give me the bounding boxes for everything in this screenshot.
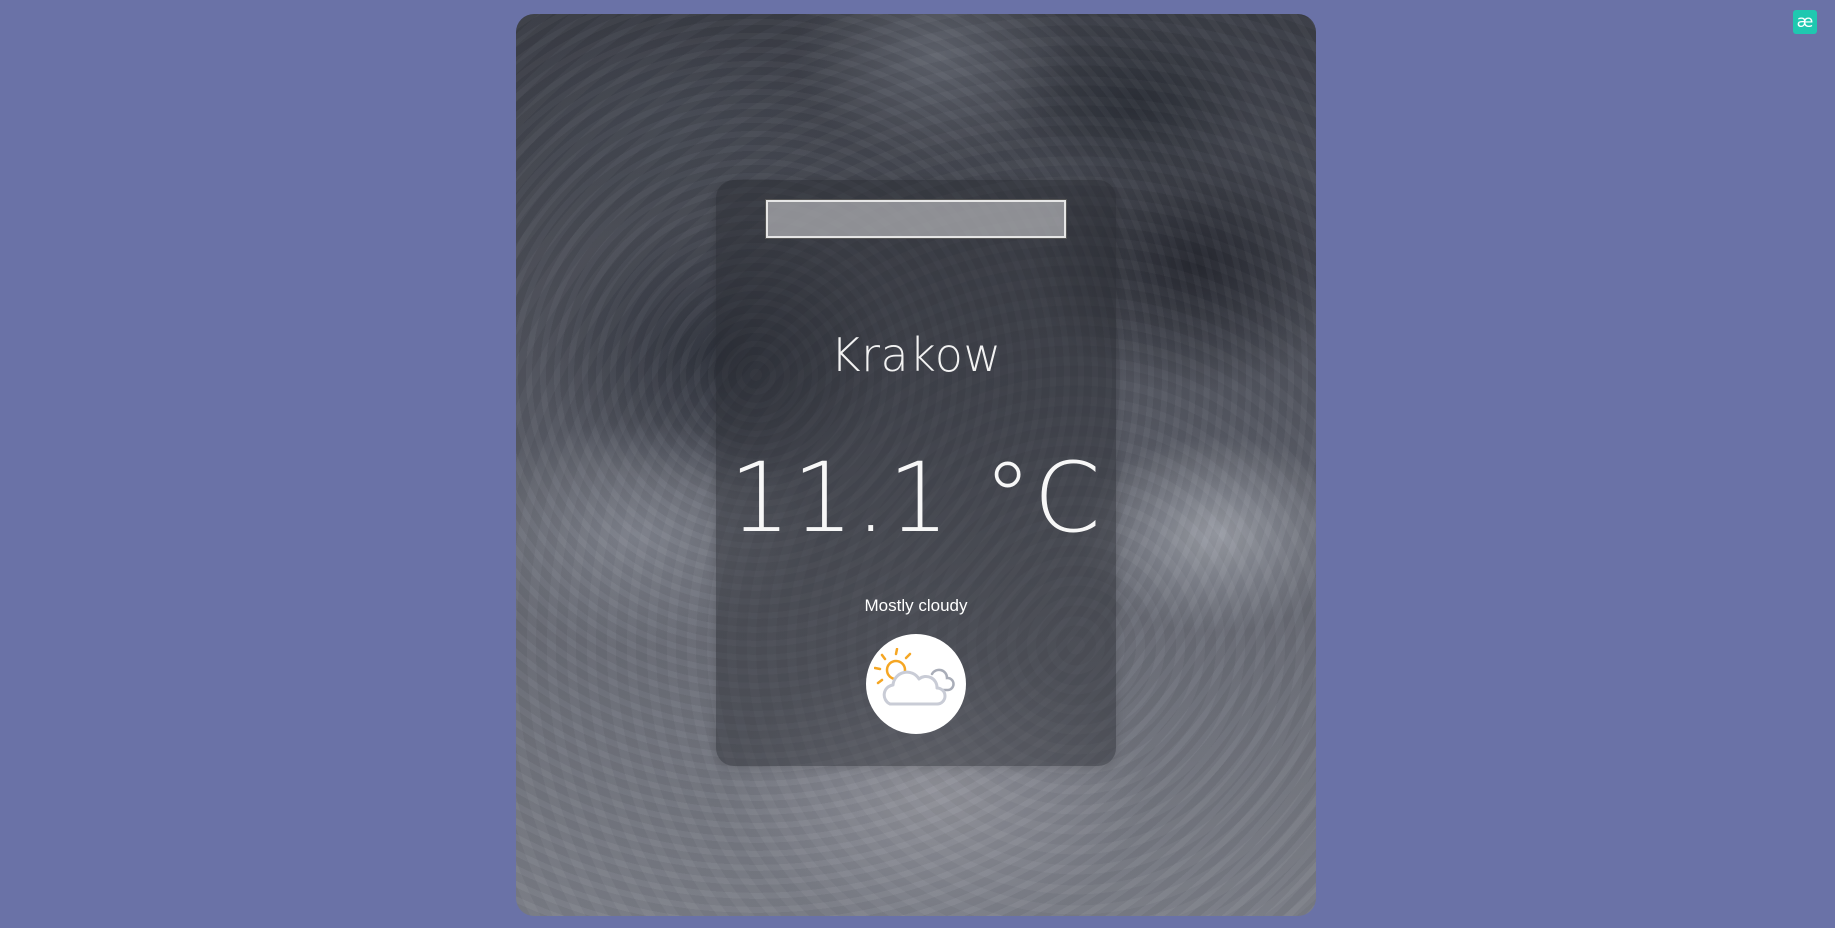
weather-icon-badge: [866, 634, 966, 734]
brand-logo-icon[interactable]: æ: [1793, 10, 1817, 34]
city-search-input[interactable]: [765, 199, 1067, 239]
weather-card: Krakow 11.1 °C Mostly cloudy: [716, 180, 1116, 766]
weather-condition: Mostly cloudy: [864, 596, 968, 615]
temperature-value: 11.1 °C: [729, 442, 1103, 554]
weather-app-frame: Krakow 11.1 °C Mostly cloudy: [516, 14, 1316, 916]
partly-cloudy-icon: [874, 648, 955, 706]
city-name: Krakow: [830, 328, 1002, 382]
